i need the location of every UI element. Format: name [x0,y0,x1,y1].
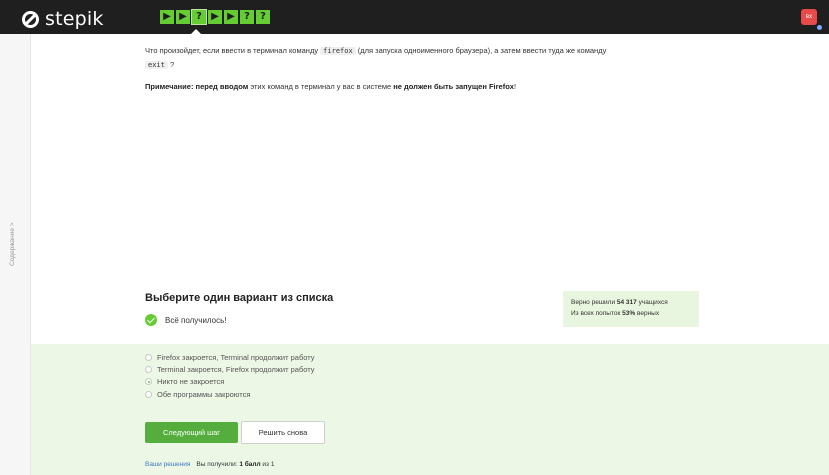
question-icon: ? [196,11,202,22]
step-4[interactable]: ▶ [208,10,222,24]
step-2[interactable]: ▶ [176,10,190,24]
play-icon: ▶ [179,11,187,22]
stats-box: Верно решили 54 317 учащихся Из всех поп… [563,291,699,327]
stats-solved-line: Верно решили 54 317 учащихся [571,299,668,306]
submission-footer: Ваши решения Вы получили: 1 балл из 1 [145,461,274,468]
question-icon: ? [244,11,250,22]
step-6[interactable]: ? [240,10,254,24]
step-3-current[interactable]: ? [191,9,207,25]
option-label: Никто не закроется [157,377,225,387]
option-2[interactable]: Terminal закроется, Firefox продолжит ра… [145,363,315,375]
play-icon: ▶ [163,11,171,22]
stepik-logo[interactable]: stepik [22,8,104,30]
radio-button[interactable] [145,365,152,373]
option-label: Firefox закроется, Terminal продолжит ра… [157,352,315,362]
step-5[interactable]: ▶ [224,10,238,24]
option-label: Terminal закроется, Firefox продолжит ра… [157,364,315,374]
step-1[interactable]: ▶ [160,10,174,24]
question-icon: ? [260,11,266,22]
option-1[interactable]: Firefox закроется, Terminal продолжит ра… [145,351,315,363]
success-message: Всё получилось! [145,314,227,326]
radio-button[interactable] [145,353,152,361]
success-text: Всё получилось! [165,315,227,325]
current-step-indicator [191,29,201,34]
lesson-steps-nav: ▶ ▶ ? ▶ ▶ ? ? [160,9,272,25]
top-bar: stepik ▶ ▶ ? ▶ ▶ ? ? вх [0,0,829,34]
course-contents-rail[interactable]: Содержание > [0,34,31,475]
play-icon: ▶ [211,11,219,22]
option-4[interactable]: Обе программы закроются [145,388,315,400]
stats-attempts-line: Из всех попыток 53% верных [571,310,660,317]
contents-toggle-label: Содержание > [9,222,16,266]
code-firefox: firefox [320,47,356,55]
stepik-logo-icon [22,10,39,28]
question-note: Примечание: перед вводом этих команд в т… [145,82,517,91]
score-text: Вы получили: 1 балл из 1 [196,461,275,468]
option-label: Обе программы закроются [157,389,251,399]
play-icon: ▶ [227,11,235,22]
retry-button[interactable]: Решить снова [241,421,325,444]
answer-options: Firefox закроется, Terminal продолжит ра… [145,351,315,400]
step-7[interactable]: ? [256,10,270,24]
notification-dot [817,25,822,30]
task-title: Выберите один вариант из списка [145,292,334,304]
check-circle-icon [145,314,157,326]
user-avatar[interactable]: вх [801,9,817,25]
question-text: Что произойдет, если ввести в терминал к… [145,46,607,69]
radio-button[interactable] [145,390,152,398]
next-step-button[interactable]: Следующий шаг [145,422,238,443]
your-solutions-link[interactable]: Ваши решения [145,461,190,468]
brand-name: stepik [45,8,104,30]
option-3-selected[interactable]: Никто не закроется [145,376,315,388]
code-exit: exit [145,61,168,69]
radio-button-checked[interactable] [145,378,152,386]
